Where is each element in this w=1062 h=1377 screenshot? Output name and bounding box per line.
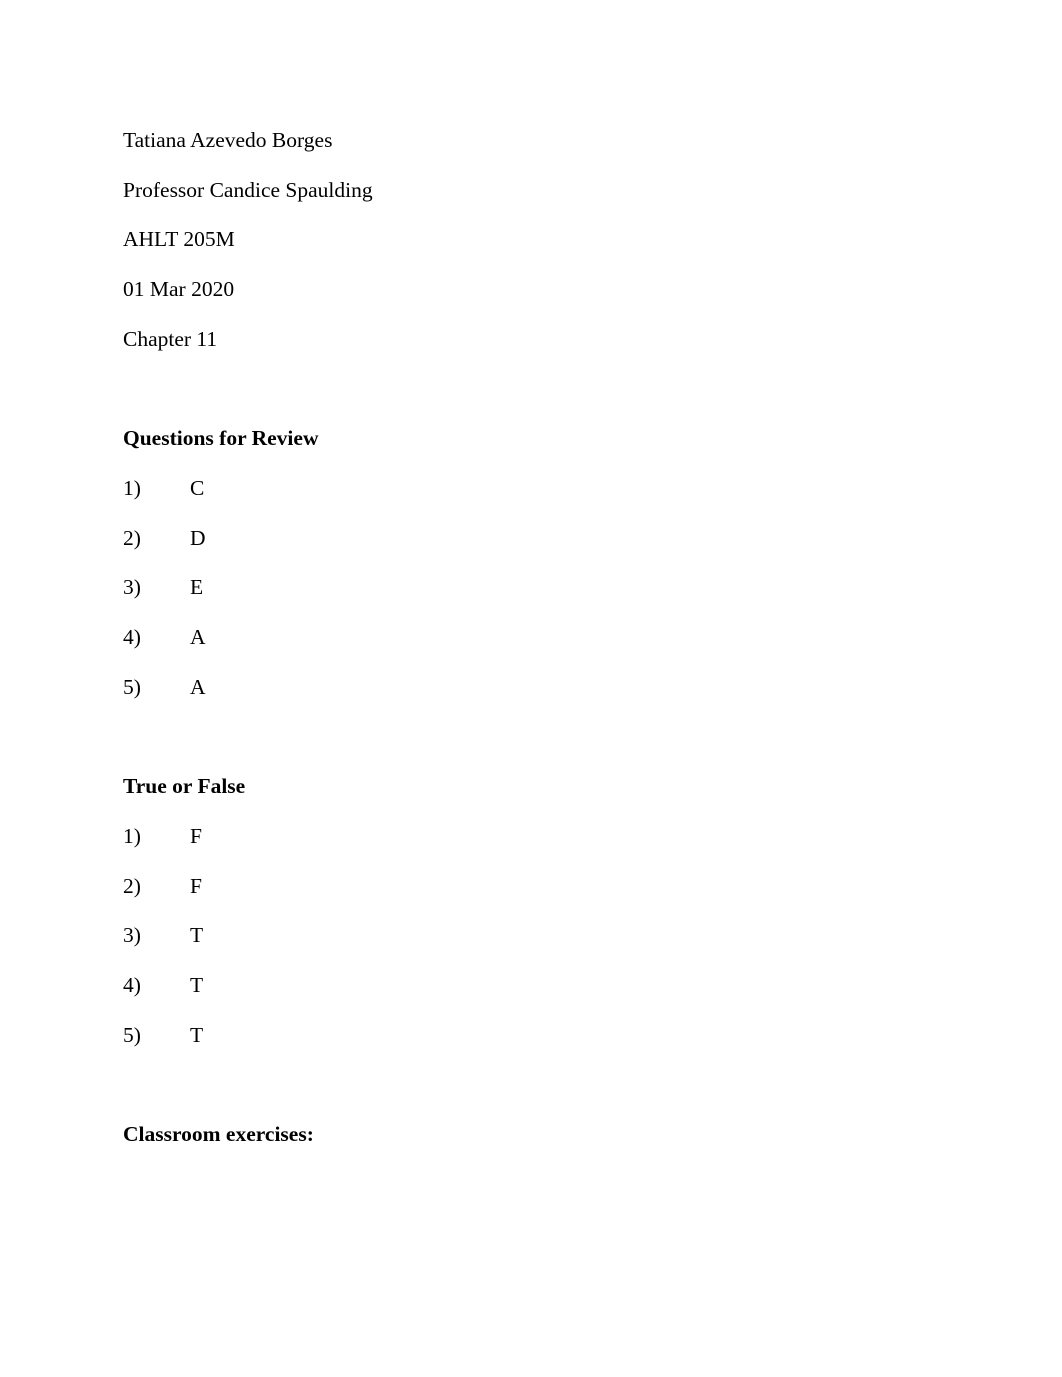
answer-value: T <box>190 972 204 997</box>
answer-value: C <box>190 475 205 500</box>
assignment-date: 01 Mar 2020 <box>123 277 235 302</box>
answer-row: 5) A <box>123 663 943 713</box>
answer-value: D <box>190 525 206 550</box>
answer-value: F <box>190 823 202 848</box>
answer-number: 1) <box>123 475 141 500</box>
answer-value: A <box>190 674 206 699</box>
answer-value: F <box>190 873 202 898</box>
answer-number: 3) <box>123 575 141 600</box>
answer-row: 3) T <box>123 911 943 961</box>
answer-number: 2) <box>123 873 141 898</box>
answer-value: T <box>190 923 204 948</box>
section-heading-questions-for-review: Questions for Review <box>123 426 319 451</box>
section-heading-true-or-false: True or False <box>123 774 246 799</box>
document-body: Tatiana Azevedo Borges Professor Candice… <box>123 116 943 1160</box>
answer-value: E <box>190 575 204 600</box>
answer-number: 2) <box>123 525 141 550</box>
answer-row: 1) F <box>123 812 943 862</box>
answer-row: 3) E <box>123 563 943 613</box>
answer-row: 2) D <box>123 514 943 564</box>
section-heading-classroom-exercises: Classroom exercises: <box>123 1122 314 1147</box>
answer-value: T <box>190 1022 204 1047</box>
course-code: AHLT 205M <box>123 227 235 252</box>
professor-name: Professor Candice Spaulding <box>123 177 373 202</box>
chapter-label: Chapter 11 <box>123 326 218 351</box>
answer-value: A <box>190 625 206 650</box>
answer-row: 1) C <box>123 464 943 514</box>
answer-number: 4) <box>123 625 141 650</box>
document-page: Tatiana Azevedo Borges Professor Candice… <box>0 0 1062 1377</box>
student-name: Tatiana Azevedo Borges <box>123 128 333 152</box>
answer-row: 5) T <box>123 1011 943 1061</box>
answer-number: 1) <box>123 823 141 848</box>
answer-row: 4) A <box>123 613 943 663</box>
answer-number: 5) <box>123 1022 141 1047</box>
answer-row: 4) T <box>123 961 943 1011</box>
answer-number: 3) <box>123 923 141 948</box>
answer-number: 5) <box>123 674 141 699</box>
answer-number: 4) <box>123 972 141 997</box>
answer-row: 2) F <box>123 862 943 912</box>
